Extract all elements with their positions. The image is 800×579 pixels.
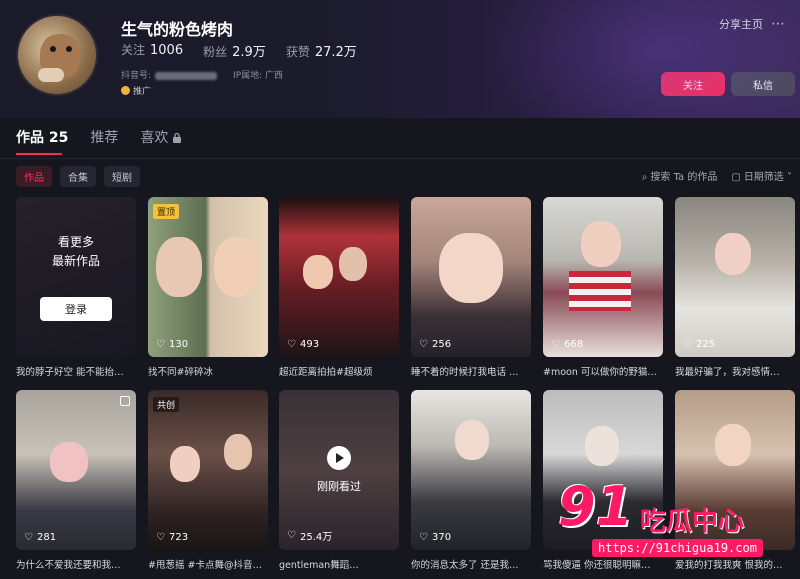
watched-overlay: 刚刚看过 bbox=[279, 390, 399, 550]
video-caption[interactable]: gentleman舞蹈… bbox=[279, 557, 401, 571]
video-caption[interactable]: #moon 可以做你的野猫… bbox=[543, 364, 665, 378]
like-count: ♡ 281 bbox=[24, 532, 57, 543]
video-card[interactable]: ♡ 225 bbox=[675, 197, 795, 357]
tab-recommended[interactable]: 推荐 bbox=[90, 127, 118, 147]
video-card[interactable]: ♡ 256 bbox=[411, 197, 531, 357]
video-caption[interactable]: 为什么不爱我还要和我… bbox=[16, 557, 138, 571]
heart-icon: ♡ bbox=[287, 530, 296, 541]
profile-stats: 关注 1006 粉丝 2.9万 获赞 27.2万 bbox=[121, 41, 357, 60]
watermark-url: https://91chigua19.com bbox=[592, 539, 763, 557]
overlay-line2: 最新作品 bbox=[51, 254, 100, 268]
like-count: ♡ 130 bbox=[156, 339, 189, 350]
search-works[interactable]: ⌕ 搜索 Ta 的作品 bbox=[642, 168, 718, 183]
like-count: ♡ 25.4万 bbox=[287, 530, 333, 543]
profile-nickname: 生气的粉色烤肉 bbox=[121, 20, 234, 39]
like-count: ♡ 225 bbox=[683, 339, 716, 350]
works-tools: ⌕ 搜索 Ta 的作品 ▢ 日期筛选 ˅ bbox=[642, 168, 792, 183]
video-caption[interactable]: 找不同#碎碎冰 bbox=[148, 364, 270, 378]
account-id: 抖音号: bbox=[121, 68, 218, 81]
video-card[interactable]: ♡ 281 bbox=[16, 390, 136, 550]
video-card[interactable]: 刚刚看过 ♡ 25.4万 bbox=[279, 390, 399, 550]
login-button[interactable]: 登录 bbox=[40, 297, 112, 321]
like-count: ♡ 723 bbox=[156, 532, 189, 543]
watermark-number: 91 bbox=[558, 475, 634, 538]
promo-tag[interactable]: 推广 bbox=[121, 84, 151, 97]
heart-icon: ♡ bbox=[156, 532, 165, 543]
like-count: ♡ 256 bbox=[419, 339, 452, 350]
video-card[interactable]: ♡ 493 bbox=[279, 197, 399, 357]
calendar-icon: ▢ bbox=[731, 172, 741, 183]
profile-tabs: 作品 25 推荐 喜欢 bbox=[16, 127, 182, 147]
video-caption[interactable]: 超近距离拍拍#超级烦 bbox=[279, 364, 401, 378]
video-caption[interactable]: 我最好骗了，我对感情… bbox=[675, 364, 797, 378]
following-stat[interactable]: 关注 1006 bbox=[121, 41, 183, 60]
video-card[interactable]: ♡ 370 bbox=[411, 390, 531, 550]
pinned-badge: 置顶 bbox=[153, 204, 180, 219]
heart-icon: ♡ bbox=[551, 339, 560, 350]
follow-button[interactable]: 关注 bbox=[661, 72, 725, 96]
video-caption[interactable]: 睡不着的时候打我电话 … bbox=[411, 364, 533, 378]
co-creation-badge: 共创 bbox=[153, 397, 180, 412]
share-label[interactable]: 分享主页 bbox=[719, 16, 763, 32]
lock-icon bbox=[173, 132, 182, 143]
promo-icon bbox=[121, 86, 130, 95]
message-button[interactable]: 私信 bbox=[731, 72, 795, 96]
chip-works[interactable]: 作品 bbox=[16, 166, 52, 187]
site-watermark: 91 吃瓜中心 https://91chigua19.com bbox=[548, 475, 778, 565]
more-icon[interactable]: ⋯ bbox=[771, 16, 786, 32]
like-count: ♡ 668 bbox=[551, 339, 584, 350]
video-card[interactable]: 共创 ♡ 723 bbox=[148, 390, 268, 550]
heart-icon: ♡ bbox=[287, 339, 296, 350]
video-card[interactable]: 看更多 最新作品 登录 bbox=[16, 197, 136, 357]
tab-likes[interactable]: 喜欢 bbox=[140, 127, 182, 147]
login-overlay: 看更多 最新作品 登录 bbox=[16, 197, 136, 357]
video-caption[interactable]: 我的脖子好空 能不能抬… bbox=[16, 364, 138, 378]
followers-stat[interactable]: 粉丝 2.9万 bbox=[203, 41, 266, 60]
watermark-text: 吃瓜中心 bbox=[640, 507, 745, 537]
share-profile[interactable]: 分享主页 ⋯ bbox=[719, 16, 786, 32]
active-tab-indicator bbox=[16, 153, 62, 155]
like-count: ♡ 493 bbox=[287, 339, 320, 350]
gallery-icon bbox=[120, 396, 130, 406]
video-card[interactable]: 置顶 ♡ 130 bbox=[148, 197, 268, 357]
heart-icon: ♡ bbox=[683, 339, 692, 350]
profile-header: 生气的粉色烤肉 关注 1006 粉丝 2.9万 获赞 27.2万 抖音号: IP属地:… bbox=[0, 0, 800, 118]
watched-label: 刚刚看过 bbox=[317, 480, 361, 493]
heart-icon: ♡ bbox=[156, 339, 165, 350]
video-card[interactable]: ♡ 668 bbox=[543, 197, 663, 357]
ip-location: IP属地: 广西 bbox=[233, 71, 284, 81]
overlay-line1: 看更多 bbox=[57, 235, 94, 249]
heart-icon: ♡ bbox=[24, 532, 33, 543]
divider bbox=[0, 158, 800, 159]
search-icon: ⌕ bbox=[641, 172, 648, 183]
content-filter-chips: 作品 合集 短剧 bbox=[16, 166, 140, 187]
avatar[interactable] bbox=[16, 14, 98, 96]
chip-short-dramas[interactable]: 短剧 bbox=[104, 166, 140, 187]
heart-icon: ♡ bbox=[419, 532, 428, 543]
date-filter[interactable]: ▢ 日期筛选 ˅ bbox=[731, 168, 792, 183]
tab-works[interactable]: 作品 25 bbox=[16, 127, 68, 147]
like-count: ♡ 370 bbox=[419, 532, 452, 543]
video-caption[interactable]: #甩葱摇 #卡点舞@抖音… bbox=[148, 557, 270, 571]
chevron-down-icon: ˅ bbox=[783, 172, 792, 183]
play-icon[interactable] bbox=[327, 446, 351, 470]
likes-stat: 获赞 27.2万 bbox=[285, 45, 357, 60]
chip-collections[interactable]: 合集 bbox=[60, 166, 96, 187]
heart-icon: ♡ bbox=[419, 339, 428, 350]
video-caption[interactable]: 你的消息太多了 还是我… bbox=[411, 557, 533, 571]
profile-meta: 抖音号: IP属地: 广西 bbox=[121, 68, 283, 81]
